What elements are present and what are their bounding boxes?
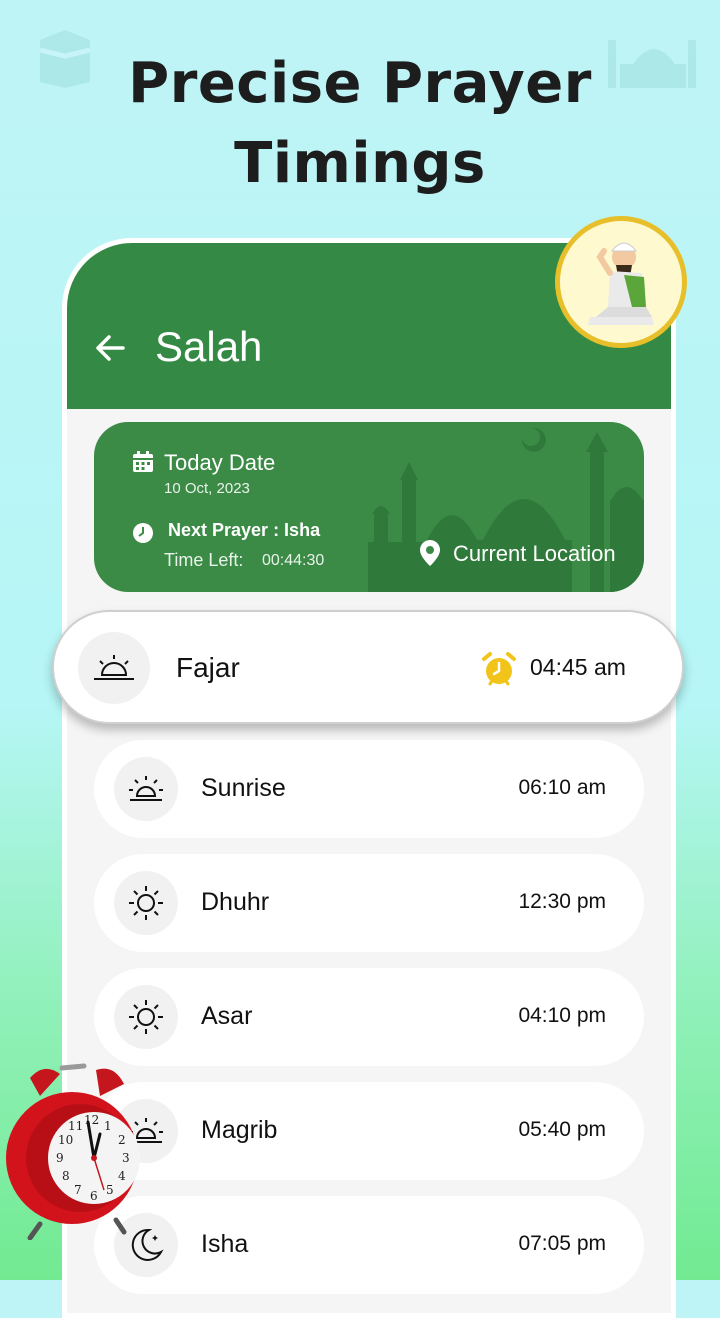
svg-text:6: 6 (90, 1189, 98, 1203)
praying-man-icon (588, 242, 654, 325)
prayer-name: Isha (201, 1230, 249, 1258)
sunrise-icon (94, 655, 134, 680)
prayer-time: 04:10 pm (518, 1004, 606, 1027)
prayer-icon-container (114, 985, 178, 1049)
svg-text:1: 1 (104, 1119, 112, 1133)
sunrise-alarm-icon (129, 776, 163, 801)
today-date-label: Today Date (164, 450, 276, 475)
prayer-name: Fajar (176, 652, 240, 683)
page-title: Salah (155, 323, 263, 370)
prayer-row-isha[interactable]: Isha 07:05 pm (94, 1196, 644, 1294)
sun-icon (129, 886, 163, 920)
svg-text:3: 3 (122, 1151, 130, 1165)
sun-icon (129, 1000, 163, 1034)
svg-text:12: 12 (84, 1113, 99, 1127)
today-date-value: 10 Oct, 2023 (164, 480, 250, 497)
headline-line-2: Timings (234, 131, 486, 196)
calendar-icon (133, 451, 153, 472)
mosque-silhouette-icon (608, 40, 696, 88)
svg-text:2: 2 (118, 1133, 126, 1147)
next-prayer-label: Next Prayer : Isha (168, 520, 321, 540)
location-pin-icon[interactable] (420, 540, 440, 566)
prayer-row-asar[interactable]: Asar 04:10 pm (94, 968, 644, 1066)
svg-text:9: 9 (56, 1151, 64, 1165)
alarm-clock-icon[interactable] (481, 651, 517, 687)
prayer-time: 04:45 am (530, 654, 626, 680)
prayer-icon-container (78, 632, 150, 704)
prayer-time: 05:40 pm (518, 1118, 606, 1141)
prayer-name: Dhuhr (201, 888, 270, 916)
prayer-name: Sunrise (201, 774, 286, 802)
prayer-time: 06:10 am (518, 776, 606, 799)
time-left-label: Time Left: (164, 550, 244, 570)
praying-man-avatar (555, 216, 687, 348)
today-info-card: Today Date 10 Oct, 2023 Next Prayer : Is… (94, 422, 644, 592)
prayer-row-magrib[interactable]: Magrib 05:40 pm (94, 1082, 644, 1180)
current-location-button[interactable]: Current Location (453, 541, 616, 567)
prayer-icon-container (114, 871, 178, 935)
arrow-left-icon[interactable] (93, 331, 127, 365)
clock-icon (133, 523, 153, 543)
prayer-icon-container (114, 757, 178, 821)
red-alarm-clock-icon: 12 12 345 678 91011 (6, 1063, 140, 1240)
svg-text:4: 4 (118, 1169, 126, 1183)
prayer-name: Magrib (201, 1116, 278, 1144)
svg-text:8: 8 (62, 1169, 70, 1183)
prayer-name: Asar (201, 1002, 253, 1030)
prayer-row-fajar[interactable]: Fajar 04:45 am (52, 610, 684, 724)
svg-text:5: 5 (106, 1183, 114, 1197)
svg-text:10: 10 (58, 1133, 73, 1147)
svg-text:11: 11 (68, 1119, 83, 1133)
kaaba-icon (39, 30, 91, 88)
prayer-row-dhuhr[interactable]: Dhuhr 12:30 pm (94, 854, 644, 952)
prayer-row-sunrise[interactable]: Sunrise 06:10 am (94, 740, 644, 838)
prayer-time: 12:30 pm (518, 890, 606, 913)
prayer-time: 07:05 pm (518, 1232, 606, 1255)
time-left-value: 00:44:30 (262, 552, 325, 569)
svg-text:7: 7 (74, 1183, 82, 1197)
